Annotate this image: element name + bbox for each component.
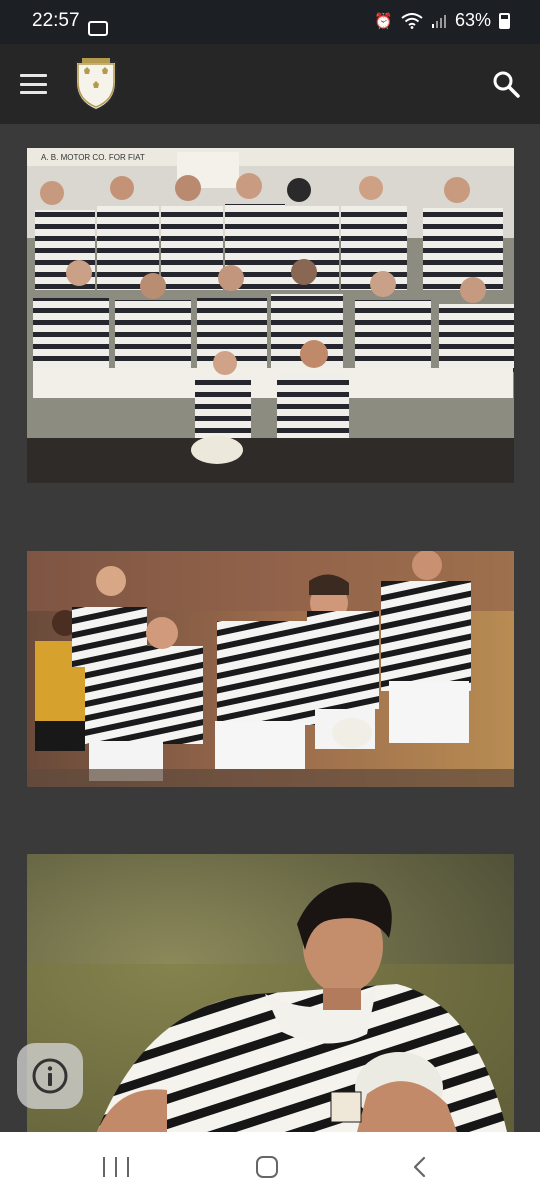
wifi-icon <box>401 12 423 29</box>
info-button[interactable] <box>17 1043 83 1109</box>
search-icon[interactable] <box>492 70 520 98</box>
match-action-photo <box>27 551 514 787</box>
clock: 22:57 <box>32 10 80 31</box>
home-icon[interactable] <box>256 1156 278 1178</box>
battery-icon <box>499 12 510 29</box>
recents-icon[interactable] <box>103 1157 129 1177</box>
system-nav-bar <box>0 1132 540 1200</box>
back-icon[interactable] <box>412 1156 426 1178</box>
alarm-icon: ⏰ <box>374 12 393 30</box>
status-bar: 22:57 ⏰ 63% <box>0 0 540 44</box>
info-icon <box>32 1058 68 1094</box>
app-bar <box>0 44 540 124</box>
team-photo: A. B. MOTOR CO. FOR FIAT <box>27 148 514 483</box>
menu-icon[interactable] <box>20 74 47 94</box>
notification-icon <box>88 21 108 36</box>
player-portrait-photo <box>27 854 514 1132</box>
battery-percent: 63% <box>454 10 491 30</box>
player-portrait-photo-card[interactable] <box>27 854 514 1132</box>
club-crest-logo[interactable] <box>72 56 120 112</box>
photo-feed[interactable]: A. B. MOTOR CO. FOR FIAT <box>0 124 540 1132</box>
photo-banner-text: A. B. MOTOR CO. FOR FIAT <box>41 153 145 162</box>
match-action-photo-card[interactable] <box>27 551 514 787</box>
status-icons: ⏰ 63% <box>374 10 510 31</box>
team-photo-card[interactable]: A. B. MOTOR CO. FOR FIAT <box>27 148 514 483</box>
signal-icon <box>431 14 446 28</box>
